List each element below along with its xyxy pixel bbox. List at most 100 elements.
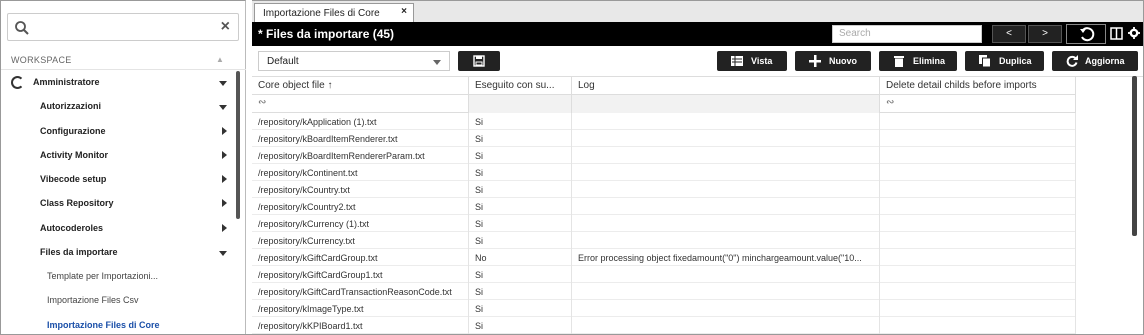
close-icon[interactable]: × (401, 6, 407, 17)
table-cell-log[interactable] (572, 147, 880, 164)
table-cell-log[interactable] (572, 300, 880, 317)
table-row[interactable]: /repository/kApplication (1).txt Si (252, 113, 1076, 130)
table-cell-done[interactable]: Si (469, 232, 572, 249)
table-cell-done[interactable]: Si (469, 215, 572, 232)
table-row[interactable]: /repository/kGiftCardGroup1.txt Si (252, 266, 1076, 283)
table-cell-log[interactable] (572, 198, 880, 215)
sidebar-item-class-repository[interactable]: Class Repository (1, 194, 233, 214)
table-cell-del[interactable] (880, 181, 1076, 198)
table-cell-del[interactable] (880, 283, 1076, 300)
table-cell-file[interactable]: /repository/kBoardItemRenderer.txt (252, 130, 469, 147)
elimina-button[interactable]: Elimina (879, 51, 957, 71)
table-row[interactable]: /repository/kImageType.txt Si (252, 300, 1076, 317)
column-header-core-object-file[interactable]: Core object file ↑ (252, 77, 469, 95)
table-row[interactable]: /repository/kKPIBoard1.txt Si (252, 317, 1076, 334)
table-row[interactable]: /repository/kCountry.txt Si (252, 181, 1076, 198)
table-cell-del[interactable] (880, 198, 1076, 215)
table-cell-done[interactable]: Si (469, 130, 572, 147)
table-cell-del[interactable] (880, 317, 1076, 334)
sidebar-item-autorizzazioni[interactable]: Autorizzazioni (1, 97, 233, 117)
column-header-log[interactable]: Log (572, 77, 880, 95)
table-cell-del[interactable] (880, 266, 1076, 283)
prev-page-button[interactable]: < (992, 25, 1026, 43)
sidebar-item-configurazione[interactable]: Configurazione (1, 122, 233, 142)
sidebar-item-activity-monitor[interactable]: Activity Monitor (1, 146, 233, 166)
table-cell-del[interactable] (880, 147, 1076, 164)
table-row[interactable]: /repository/kContinent.txt Si (252, 164, 1076, 181)
clear-search-icon[interactable]: × (221, 19, 230, 35)
aggiorna-button[interactable]: Aggiorna (1052, 51, 1138, 71)
filter-cell-file[interactable]: ∾ (252, 95, 469, 113)
table-cell-log[interactable] (572, 164, 880, 181)
column-header-delete-detail[interactable]: Delete detail childs before imports (880, 77, 1076, 95)
nuovo-button[interactable]: Nuovo (795, 51, 871, 71)
table-cell-done[interactable]: Si (469, 147, 572, 164)
gear-icon[interactable] (1128, 27, 1140, 39)
tab-importazione-core[interactable]: Importazione Files di Core × (254, 3, 414, 23)
grid-search-input[interactable]: Search (832, 25, 982, 43)
sidebar-item-autocoderoles[interactable]: Autocoderoles (1, 219, 233, 239)
vista-button[interactable]: Vista (717, 51, 787, 71)
table-cell-log[interactable] (572, 283, 880, 300)
table-row[interactable]: /repository/kGiftCardTransactionReasonCo… (252, 283, 1076, 300)
table-cell-log[interactable] (572, 215, 880, 232)
view-select[interactable]: Default (258, 51, 450, 71)
columns-icon[interactable] (1110, 27, 1123, 40)
table-cell-del[interactable] (880, 249, 1076, 266)
table-cell-done[interactable]: Si (469, 300, 572, 317)
table-cell-done[interactable]: Si (469, 181, 572, 198)
table-cell-file[interactable]: /repository/kCurrency.txt (252, 232, 469, 249)
table-cell-log[interactable] (572, 232, 880, 249)
table-cell-done[interactable]: Si (469, 113, 572, 130)
table-cell-del[interactable] (880, 113, 1076, 130)
table-row[interactable]: /repository/kGiftCardGroup.txt No Error pr… (252, 249, 1076, 266)
table-cell-log[interactable] (572, 130, 880, 147)
table-cell-log[interactable] (572, 317, 880, 334)
table-cell-done[interactable]: No (469, 249, 572, 266)
table-cell-file[interactable]: /repository/kCountry2.txt (252, 198, 469, 215)
next-page-button[interactable]: > (1028, 25, 1062, 43)
table-cell-file[interactable]: /repository/kBoardItemRendererParam.txt (252, 147, 469, 164)
sidebar-search-input[interactable]: × (7, 13, 239, 41)
table-cell-done[interactable]: Si (469, 283, 572, 300)
table-cell-log[interactable]: Error processing object fixedamount("0")… (572, 249, 880, 266)
table-cell-del[interactable] (880, 300, 1076, 317)
table-cell-file[interactable]: /repository/kGiftCardGroup.txt (252, 249, 469, 266)
table-cell-done[interactable]: Si (469, 198, 572, 215)
table-cell-done[interactable]: Si (469, 317, 572, 334)
table-cell-log[interactable] (572, 266, 880, 283)
reload-button[interactable] (1066, 24, 1106, 44)
table-cell-file[interactable]: /repository/kContinent.txt (252, 164, 469, 181)
sidebar-item-vibecode-setup[interactable]: Vibecode setup (1, 170, 233, 190)
column-header-eseguito[interactable]: Eseguito con su... (469, 77, 572, 95)
table-cell-file[interactable]: /repository/kCurrency (1).txt (252, 215, 469, 232)
table-cell-file[interactable]: /repository/kApplication (1).txt (252, 113, 469, 130)
table-row[interactable]: /repository/kCurrency.txt Si (252, 232, 1076, 249)
save-button[interactable] (458, 51, 500, 71)
table-row[interactable]: /repository/kBoardItemRenderer.txt Si (252, 130, 1076, 147)
table-cell-del[interactable] (880, 215, 1076, 232)
sidebar-subitem-importazione-core[interactable]: Importazione Files di Core (1, 316, 233, 335)
table-row[interactable]: /repository/kCurrency (1).txt Si (252, 215, 1076, 232)
filter-cell-eseguito[interactable] (469, 95, 572, 113)
table-row[interactable]: /repository/kCountry2.txt Si (252, 198, 1076, 215)
table-cell-file[interactable]: /repository/kGiftCardGroup1.txt (252, 266, 469, 283)
table-cell-done[interactable]: Si (469, 266, 572, 283)
table-cell-file[interactable]: /repository/kCountry.txt (252, 181, 469, 198)
table-cell-del[interactable] (880, 130, 1076, 147)
table-cell-del[interactable] (880, 232, 1076, 249)
duplica-button[interactable]: Duplica (965, 51, 1044, 71)
table-row[interactable]: /repository/kBoardItemRendererParam.txt S… (252, 147, 1076, 164)
workspace-collapse-icon[interactable]: ▲ (216, 55, 224, 64)
filter-cell-log[interactable] (572, 95, 880, 113)
table-cell-log[interactable] (572, 181, 880, 198)
table-cell-file[interactable]: /repository/kImageType.txt (252, 300, 469, 317)
sidebar-subitem-importazione-csv[interactable]: Importazione Files Csv (1, 291, 233, 311)
table-cell-file[interactable]: /repository/kGiftCardTransactionReasonCo… (252, 283, 469, 300)
sidebar-scrollbar[interactable] (236, 71, 240, 219)
sidebar-subitem-template[interactable]: Template per Importazioni... (1, 267, 233, 287)
table-cell-del[interactable] (880, 164, 1076, 181)
table-cell-done[interactable]: Si (469, 164, 572, 181)
table-cell-log[interactable] (572, 113, 880, 130)
filter-cell-delete[interactable]: ∾ (880, 95, 1076, 113)
